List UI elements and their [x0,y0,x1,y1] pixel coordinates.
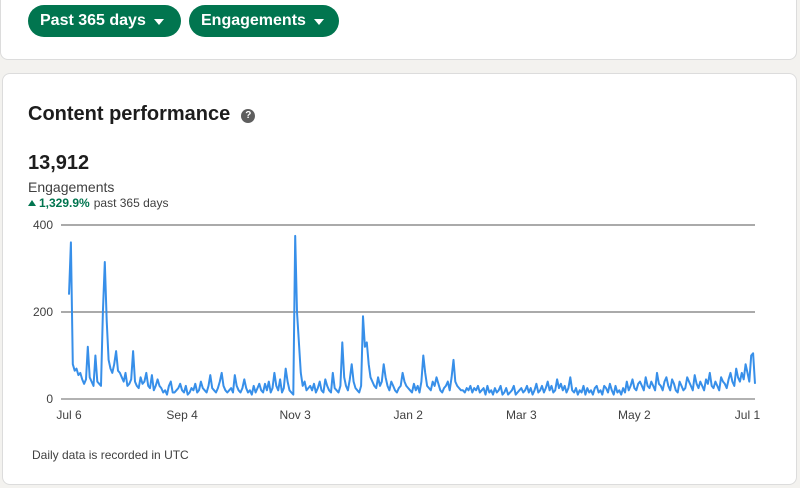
date-range-dropdown[interactable]: Past 365 days [28,5,181,37]
x-tick-label: Sep 4 [166,408,198,422]
x-tick-label: Jul 1 [735,408,761,422]
engagements-line-chart: 0200400 Jul 6 Sep 4 Nov 3 Jan 2 Mar 3 May 2 Ju… [33,218,760,422]
filter-bar: Past 365 days Engagements [0,0,797,60]
x-tick-label: Nov 3 [279,408,311,422]
content-performance-card: Content performance ? 13,912 Engagements… [2,73,797,485]
y-tick-label: 200 [33,305,53,319]
chart-grid [61,224,755,400]
utc-footnote: Daily data is recorded in UTC [32,448,189,462]
date-range-label: Past 365 days [40,12,146,29]
x-tick-label: May 2 [618,408,651,422]
y-tick-label: 0 [46,392,53,406]
x-tick-label: Jan 2 [394,408,424,422]
series-layer [68,234,756,396]
metric-label: Engagements [201,12,306,29]
y-axis: 0 200 400 [33,218,53,406]
engagements-series-line [68,234,756,396]
caret-down-icon [313,18,324,25]
x-tick-label: Jul 6 [56,408,82,422]
metric-dropdown[interactable]: Engagements [189,5,339,37]
y-tick-label: 400 [33,218,53,232]
caret-down-icon [153,18,164,25]
x-axis: Jul 6 Sep 4 Nov 3 Jan 2 Mar 3 May 2 Jul 1 [56,408,760,422]
x-tick-label: Mar 3 [506,408,537,422]
